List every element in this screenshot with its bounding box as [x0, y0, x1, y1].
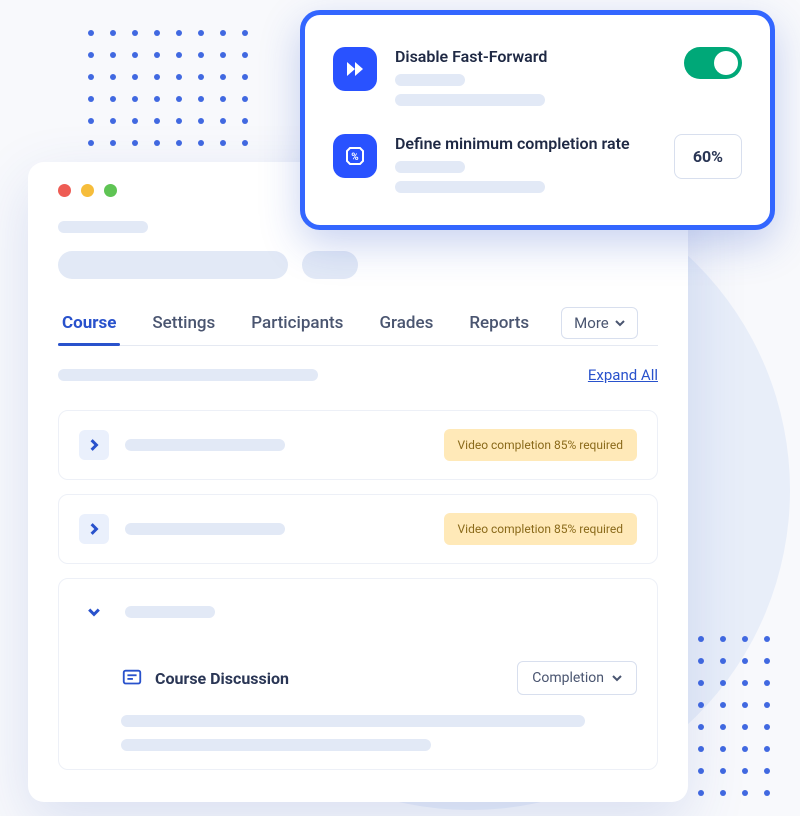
tab-settings[interactable]: Settings — [148, 301, 219, 345]
skeleton-line — [125, 606, 215, 618]
course-item-expanded: Course Discussion Completion — [58, 578, 658, 770]
tab-grades[interactable]: Grades — [375, 301, 437, 345]
setting-completion-rate: % Define minimum completion rate 60% — [333, 126, 742, 201]
tab-participants[interactable]: Participants — [247, 301, 347, 345]
setting-title: Define minimum completion rate — [395, 134, 656, 153]
completion-badge: Video completion 85% required — [444, 429, 637, 461]
skeleton-line — [395, 161, 465, 173]
more-label: More — [574, 314, 609, 332]
discussion-title: Course Discussion — [155, 669, 505, 688]
chevron-down-icon — [615, 318, 625, 328]
close-window[interactable] — [58, 184, 71, 197]
skeleton-line — [125, 439, 285, 451]
fast-forward-icon — [333, 47, 377, 91]
collapse-chevron-button[interactable] — [79, 597, 109, 627]
chevron-down-icon — [612, 673, 622, 683]
skeleton-line — [58, 221, 148, 233]
percentage-icon: % — [333, 134, 377, 178]
settings-overlay-card: Disable Fast-Forward % Define minimum co… — [300, 10, 775, 230]
tab-more-dropdown[interactable]: More — [561, 307, 638, 339]
completion-label: Completion — [532, 670, 604, 686]
skeleton-pill — [302, 251, 358, 279]
skeleton-line — [125, 523, 285, 535]
svg-text:%: % — [351, 152, 358, 163]
chevron-down-icon — [88, 606, 100, 618]
tab-reports[interactable]: Reports — [465, 301, 533, 345]
completion-badge: Video completion 85% required — [444, 513, 637, 545]
course-item: Video completion 85% required — [58, 410, 658, 480]
maximize-window[interactable] — [104, 184, 117, 197]
skeleton-line — [121, 715, 585, 727]
setting-fast-forward: Disable Fast-Forward — [333, 39, 742, 114]
skeleton-line — [395, 94, 545, 106]
skeleton-line — [395, 74, 465, 86]
skeleton-line — [58, 369, 318, 381]
skeleton-pill — [58, 251, 288, 279]
discussion-icon — [121, 667, 143, 689]
page-tabs: Course Settings Participants Grades Repo… — [58, 301, 658, 346]
fast-forward-toggle[interactable] — [684, 47, 742, 79]
skeleton-line — [121, 739, 431, 751]
completion-dropdown[interactable]: Completion — [517, 661, 637, 695]
chevron-right-icon — [88, 523, 100, 535]
expand-all-link[interactable]: Expand All — [588, 366, 658, 384]
setting-title: Disable Fast-Forward — [395, 47, 666, 66]
chevron-right-icon — [88, 439, 100, 451]
skeleton-line — [395, 181, 545, 193]
minimize-window[interactable] — [81, 184, 94, 197]
course-item: Video completion 85% required — [58, 494, 658, 564]
main-app-window: Course Settings Participants Grades Repo… — [28, 162, 688, 802]
expand-chevron-button[interactable] — [79, 430, 109, 460]
completion-rate-value[interactable]: 60% — [674, 134, 742, 179]
expand-chevron-button[interactable] — [79, 514, 109, 544]
tab-course[interactable]: Course — [58, 301, 120, 345]
